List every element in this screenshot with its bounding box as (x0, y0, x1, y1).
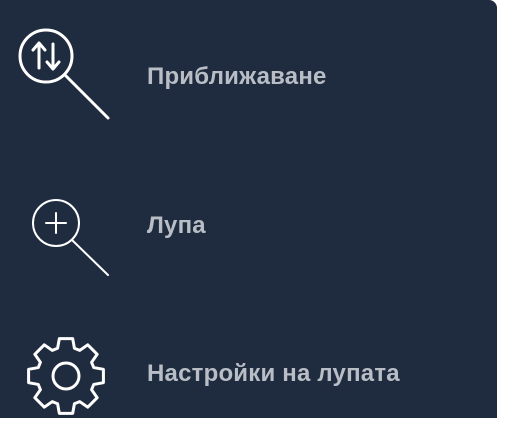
menu-item-magnifier[interactable]: Лупа (0, 140, 497, 280)
menu-item-magnifier-settings[interactable]: Настройки на лупата (0, 280, 497, 418)
magnifier-menu-panel: Приближаване Лупа Настройки на лупата (0, 0, 497, 418)
gear-icon (18, 328, 118, 424)
menu-item-label: Приближаване (147, 63, 327, 90)
zoom-updown-icon (14, 24, 114, 124)
magnifier-plus-icon (26, 195, 116, 285)
menu-item-zoom[interactable]: Приближаване (0, 0, 497, 140)
menu-item-label: Настройки на лупата (147, 360, 400, 387)
menu-item-label: Лупа (147, 212, 206, 239)
